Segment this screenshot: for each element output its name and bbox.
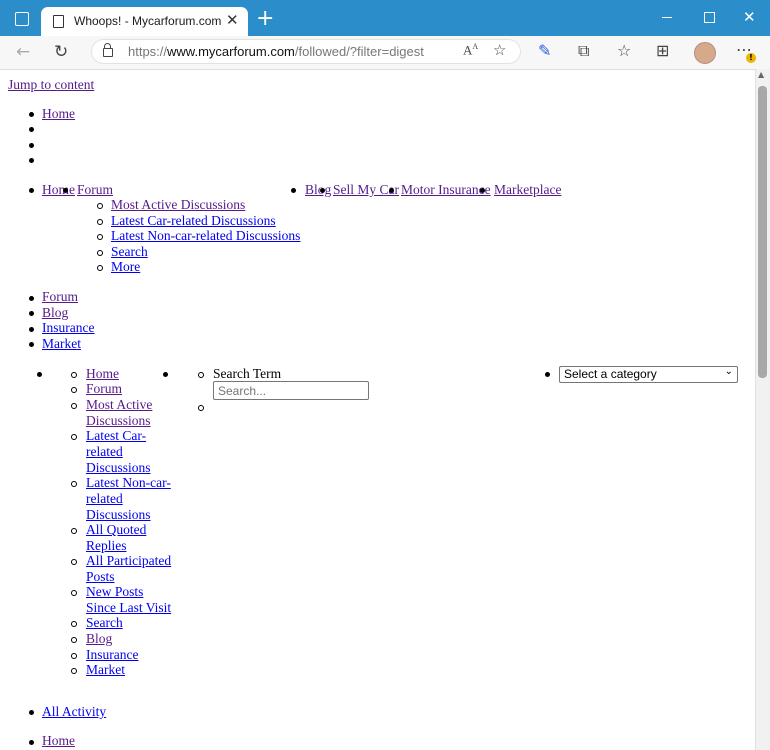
- list-bullet: [29, 188, 34, 193]
- mobile-blog-link[interactable]: Blog: [42, 305, 68, 321]
- list-bullet: [29, 112, 34, 117]
- favorites-icon[interactable]: ☆: [617, 41, 631, 60]
- scroll-up-icon[interactable]: ▲: [758, 70, 764, 79]
- tab-actions-icon[interactable]: [15, 12, 29, 26]
- address-bar[interactable]: https://www.mycarforum.com/followed/?fil…: [91, 39, 521, 64]
- list-bullet: [320, 188, 325, 193]
- drawer-insurance-link[interactable]: Insurance: [86, 647, 138, 663]
- refresh-icon[interactable]: ↻: [54, 42, 68, 62]
- list-bullet: [71, 481, 77, 487]
- drawer-home-link[interactable]: Home: [86, 366, 119, 382]
- mobile-market-link[interactable]: Market: [42, 336, 81, 352]
- list-bullet: [71, 403, 77, 409]
- profile-avatar[interactable]: [694, 42, 716, 64]
- category-select-value: Select a category: [564, 367, 657, 381]
- close-window-icon[interactable]: ✕: [743, 8, 756, 26]
- minimize-icon[interactable]: [662, 17, 672, 18]
- warning-badge-icon: !: [746, 53, 756, 63]
- list-bullet: [71, 668, 77, 674]
- top-home-link[interactable]: Home: [42, 106, 75, 122]
- drawer-forum-link[interactable]: Forum: [86, 381, 122, 397]
- list-bullet: [63, 188, 68, 193]
- nav-blog-link[interactable]: Blog: [305, 182, 331, 198]
- list-bullet: [97, 234, 103, 240]
- drawer-blog-link[interactable]: Blog: [86, 631, 112, 647]
- list-bullet: [29, 740, 34, 745]
- read-aloud-icon[interactable]: AA: [463, 42, 478, 58]
- drawer-search-link[interactable]: Search: [86, 615, 123, 631]
- add-favorite-icon[interactable]: ☆: [493, 41, 506, 59]
- browser-tab[interactable]: Whoops! - Mycarforum.com ✕: [41, 7, 248, 36]
- submenu-latest-car-link[interactable]: Latest Car-related Discussions: [111, 213, 276, 229]
- list-bullet: [29, 143, 34, 148]
- list-bullet: [545, 372, 550, 377]
- drawer-latest-noncar-link[interactable]: Latest Non-car-related Discussions: [86, 475, 171, 523]
- drawer-participated-posts-link[interactable]: All Participated Posts: [86, 553, 171, 585]
- list-bullet: [29, 296, 34, 301]
- list-bullet: [389, 188, 394, 193]
- scrollbar-thumb[interactable]: [758, 86, 767, 378]
- list-bullet: [71, 528, 77, 534]
- list-bullet: [29, 158, 34, 163]
- maximize-icon[interactable]: [704, 12, 715, 23]
- list-bullet: [71, 372, 77, 378]
- list-bullet: [71, 621, 77, 627]
- drawer-most-active-link[interactable]: Most Active Discussions: [86, 397, 152, 429]
- list-bullet: [163, 372, 168, 377]
- drawer-quoted-replies-link[interactable]: All Quoted Replies: [86, 522, 146, 554]
- drawer-market-link[interactable]: Market: [86, 662, 125, 678]
- close-tab-icon[interactable]: ✕: [226, 11, 239, 29]
- nav-marketplace-link[interactable]: Marketplace: [494, 182, 561, 198]
- drawer-new-posts-link[interactable]: New Posts Since Last Visit: [86, 584, 171, 616]
- list-bullet: [71, 387, 77, 393]
- mobile-insurance-link[interactable]: Insurance: [42, 320, 94, 336]
- submenu-search-link[interactable]: Search: [111, 244, 148, 260]
- page-icon: [53, 15, 64, 28]
- list-bullet: [29, 127, 34, 132]
- submenu-latest-noncar-link[interactable]: Latest Non-car-related Discussions: [111, 228, 300, 244]
- chevron-down-icon: ⌄: [724, 366, 733, 377]
- breadcrumb-home-link[interactable]: Home: [42, 733, 75, 749]
- list-bullet: [37, 372, 42, 377]
- drawer-latest-car-link[interactable]: Latest Car-related Discussions: [86, 428, 151, 476]
- extension-icon[interactable]: ✎: [538, 41, 551, 60]
- nav-forum-link[interactable]: Forum: [77, 182, 113, 198]
- list-bullet: [97, 203, 103, 209]
- list-bullet: [97, 250, 103, 256]
- list-bullet: [71, 590, 77, 596]
- nav-motor-insurance-link[interactable]: Motor Insurance: [401, 182, 491, 198]
- submenu-more-link[interactable]: More: [111, 259, 140, 275]
- list-bullet: [291, 188, 296, 193]
- collections-icon[interactable]: ⊞: [656, 41, 669, 60]
- category-select[interactable]: Select a category ⌄: [559, 366, 738, 383]
- search-term-label: Search Term: [213, 366, 282, 381]
- list-bullet: [29, 311, 34, 316]
- lock-icon[interactable]: [103, 43, 113, 57]
- list-bullet: [480, 188, 485, 193]
- all-activity-link[interactable]: All Activity: [42, 704, 106, 720]
- list-bullet: [198, 372, 204, 378]
- list-bullet: [71, 653, 77, 659]
- list-bullet: [97, 219, 103, 225]
- list-bullet: [29, 342, 34, 347]
- list-bullet: [198, 405, 204, 411]
- search-input[interactable]: [213, 381, 369, 400]
- new-tab-icon[interactable]: +: [256, 6, 274, 31]
- skip-to-content-link[interactable]: Jump to content: [8, 77, 94, 93]
- url-text[interactable]: https://www.mycarforum.com/followed/?fil…: [128, 44, 424, 59]
- submenu-most-active-link[interactable]: Most Active Discussions: [111, 197, 245, 213]
- list-bullet: [29, 710, 34, 715]
- list-bullet: [29, 327, 34, 332]
- list-bullet: [97, 265, 103, 271]
- mobile-forum-link[interactable]: Forum: [42, 289, 78, 305]
- back-icon[interactable]: ←: [16, 42, 30, 62]
- list-bullet: [71, 434, 77, 440]
- tab-title: Whoops! - Mycarforum.com: [74, 14, 222, 28]
- list-bullet: [71, 637, 77, 643]
- nav-home-link[interactable]: Home: [42, 182, 75, 198]
- extensions-icon[interactable]: ⧉: [578, 41, 589, 61]
- list-bullet: [71, 559, 77, 565]
